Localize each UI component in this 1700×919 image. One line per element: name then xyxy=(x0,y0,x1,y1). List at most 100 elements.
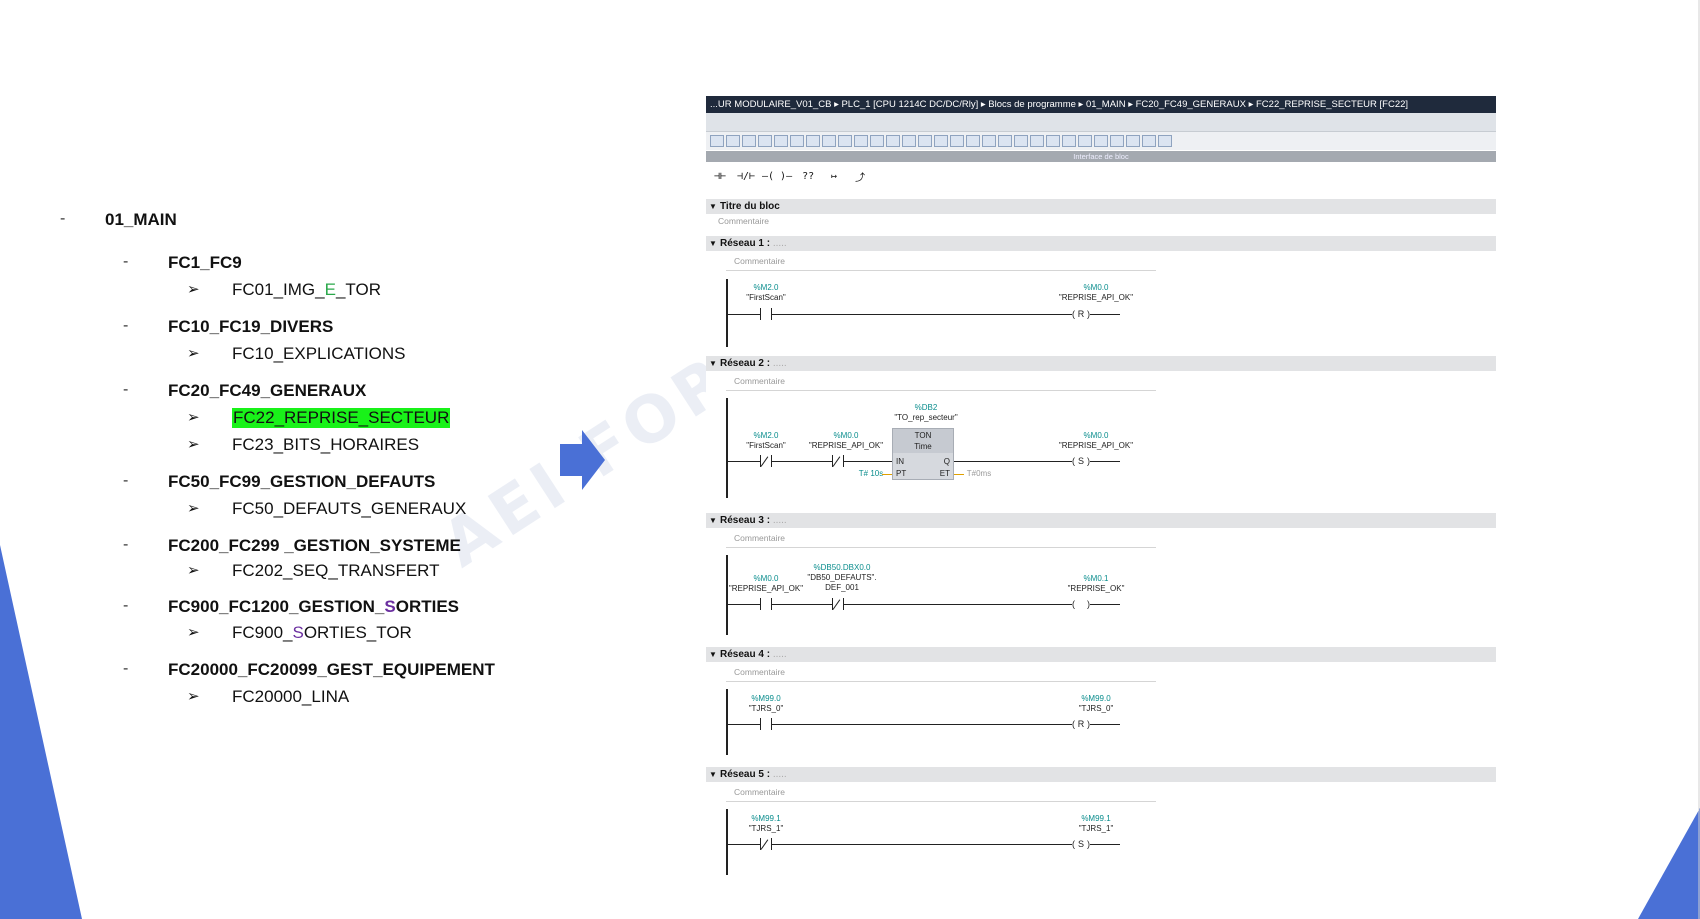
reset-coil[interactable]: R xyxy=(1072,308,1090,320)
no-contact[interactable] xyxy=(760,598,772,610)
nc-contact[interactable] xyxy=(832,598,844,610)
network-comment[interactable]: Commentaire xyxy=(734,787,785,797)
editor-header-bar xyxy=(706,113,1496,132)
toolbar-button-icon[interactable] xyxy=(742,135,756,147)
toolbar-button-icon[interactable] xyxy=(902,135,916,147)
network-1-header[interactable]: ▼ Réseau 1 : ..... xyxy=(706,236,1496,251)
power-rail xyxy=(726,689,728,755)
coil-symbol: "REPRISE_API_OK" xyxy=(1058,441,1134,450)
toolbar-button-icon[interactable] xyxy=(854,135,868,147)
toolbar-button-icon[interactable] xyxy=(886,135,900,147)
wire xyxy=(844,604,1072,605)
wire xyxy=(772,844,1072,845)
toolbar-button-icon[interactable] xyxy=(1014,135,1028,147)
toolbar-button-icon[interactable] xyxy=(710,135,724,147)
et-value[interactable]: T#0ms xyxy=(964,469,994,478)
toolbar-button-icon[interactable] xyxy=(1126,135,1140,147)
arrow-bullet-icon: ➢ xyxy=(187,688,200,705)
network-5-header[interactable]: ▼ Réseau 5 : ..... xyxy=(706,767,1496,782)
toolbar-button-icon[interactable] xyxy=(1030,135,1044,147)
toolbar-button-icon[interactable] xyxy=(870,135,884,147)
wire xyxy=(772,604,832,605)
block-interface-bar[interactable]: Interface de bloc xyxy=(706,151,1496,162)
no-contact[interactable] xyxy=(760,308,772,320)
arrow-bullet-icon: ➢ xyxy=(187,281,200,298)
reset-coil[interactable]: R xyxy=(1072,718,1090,730)
tree-dash: - xyxy=(123,317,129,334)
toolbar-button-icon[interactable] xyxy=(790,135,804,147)
coil-address: %M0.0 xyxy=(1083,431,1109,440)
toolbar-button-icon[interactable] xyxy=(1062,135,1076,147)
nc-contact[interactable] xyxy=(760,838,772,850)
open-branch-tool[interactable]: ↦ xyxy=(824,171,844,182)
network-comment[interactable]: Commentaire xyxy=(734,667,785,677)
wire xyxy=(772,461,832,462)
editor-toolbar xyxy=(706,132,1496,150)
wire xyxy=(844,461,892,462)
toolbar-button-icon[interactable] xyxy=(934,135,948,147)
tree-group-fc50-fc99: FC50_FC99_GESTION_DEFAUTS xyxy=(168,472,436,491)
toolbar-button-icon[interactable] xyxy=(918,135,932,147)
set-coil[interactable]: S xyxy=(1072,838,1090,850)
toolbar-button-icon[interactable] xyxy=(950,135,964,147)
tree-dash: - xyxy=(123,472,129,489)
toolbar-button-icon[interactable] xyxy=(1078,135,1092,147)
wire xyxy=(1090,604,1120,605)
toolbar-button-icon[interactable] xyxy=(822,135,836,147)
tree-dash: - xyxy=(123,536,129,553)
no-contact[interactable] xyxy=(760,718,772,730)
toolbar-button-icon[interactable] xyxy=(758,135,772,147)
toolbar-button-icon[interactable] xyxy=(1142,135,1156,147)
no-contact-tool[interactable]: ⊣⊢ xyxy=(710,171,730,182)
nc-contact-tool[interactable]: ⊣/⊢ xyxy=(736,171,756,182)
toolbar-button-icon[interactable] xyxy=(1046,135,1060,147)
toolbar-button-icon[interactable] xyxy=(806,135,820,147)
wire xyxy=(954,461,1072,462)
power-rail xyxy=(726,279,728,347)
toolbar-button-icon[interactable] xyxy=(1158,135,1172,147)
comment-underline xyxy=(726,681,1156,682)
network-3-header[interactable]: ▼ Réseau 3 : ..... xyxy=(706,513,1496,528)
wire xyxy=(727,604,760,605)
breadcrumb[interactable]: ...UR MODULAIRE_V01_CB ▸ PLC_1 [CPU 1214… xyxy=(706,96,1496,113)
toolbar-button-icon[interactable] xyxy=(1094,135,1108,147)
wire xyxy=(727,461,760,462)
coil-tool[interactable]: –( )– xyxy=(762,171,792,182)
wire xyxy=(772,724,1072,725)
block-title-header[interactable]: ▼ Titre du bloc xyxy=(706,199,1496,214)
block-comment[interactable]: Commentaire xyxy=(718,216,769,226)
toolbar-button-icon[interactable] xyxy=(982,135,996,147)
tree-item-fc900: FC900_SORTIES_TOR xyxy=(232,623,412,642)
network-2-header[interactable]: ▼ Réseau 2 : ..... xyxy=(706,356,1496,371)
tree-dash: - xyxy=(123,253,129,270)
toolbar-button-icon[interactable] xyxy=(774,135,788,147)
network-comment[interactable]: Commentaire xyxy=(734,256,785,266)
coil-address: %M0.0 xyxy=(1083,283,1109,292)
nc-contact[interactable] xyxy=(760,455,772,467)
contact-address: %M2.0 xyxy=(753,283,779,292)
toolbar-button-icon[interactable] xyxy=(838,135,852,147)
contact-symbol: "FirstScan" xyxy=(746,293,786,302)
network-4-header[interactable]: ▼ Réseau 4 : ..... xyxy=(706,647,1496,662)
toolbar-button-icon[interactable] xyxy=(998,135,1012,147)
network-comment[interactable]: Commentaire xyxy=(734,533,785,543)
ton-timer-block[interactable]: TON Time IN PT Q ET xyxy=(892,428,954,480)
empty-box-tool[interactable]: ?? xyxy=(798,171,818,182)
output-coil[interactable] xyxy=(1072,598,1090,610)
contact-address: %M2.0 xyxy=(753,431,779,440)
arrow-bullet-icon: ➢ xyxy=(187,436,200,453)
nc-contact[interactable] xyxy=(832,455,844,467)
network-comment[interactable]: Commentaire xyxy=(734,376,785,386)
wire xyxy=(772,314,1072,315)
wire xyxy=(1090,461,1120,462)
ladder-instruction-toolbar: ⊣⊢ ⊣/⊢ –( )– ?? ↦ ⤴ xyxy=(706,168,870,184)
tree-item-fc10: FC10_EXPLICATIONS xyxy=(232,344,406,363)
toolbar-button-icon[interactable] xyxy=(726,135,740,147)
toolbar-button-icon[interactable] xyxy=(1110,135,1124,147)
close-branch-tool[interactable]: ⤴ xyxy=(850,169,870,184)
comment-underline xyxy=(726,390,1156,391)
toolbar-button-icon[interactable] xyxy=(966,135,980,147)
set-coil[interactable]: S xyxy=(1072,455,1090,467)
tree-item-fc20000: FC20000_LINA xyxy=(232,687,350,706)
contact-symbol: "TJRS_1" xyxy=(748,824,784,833)
